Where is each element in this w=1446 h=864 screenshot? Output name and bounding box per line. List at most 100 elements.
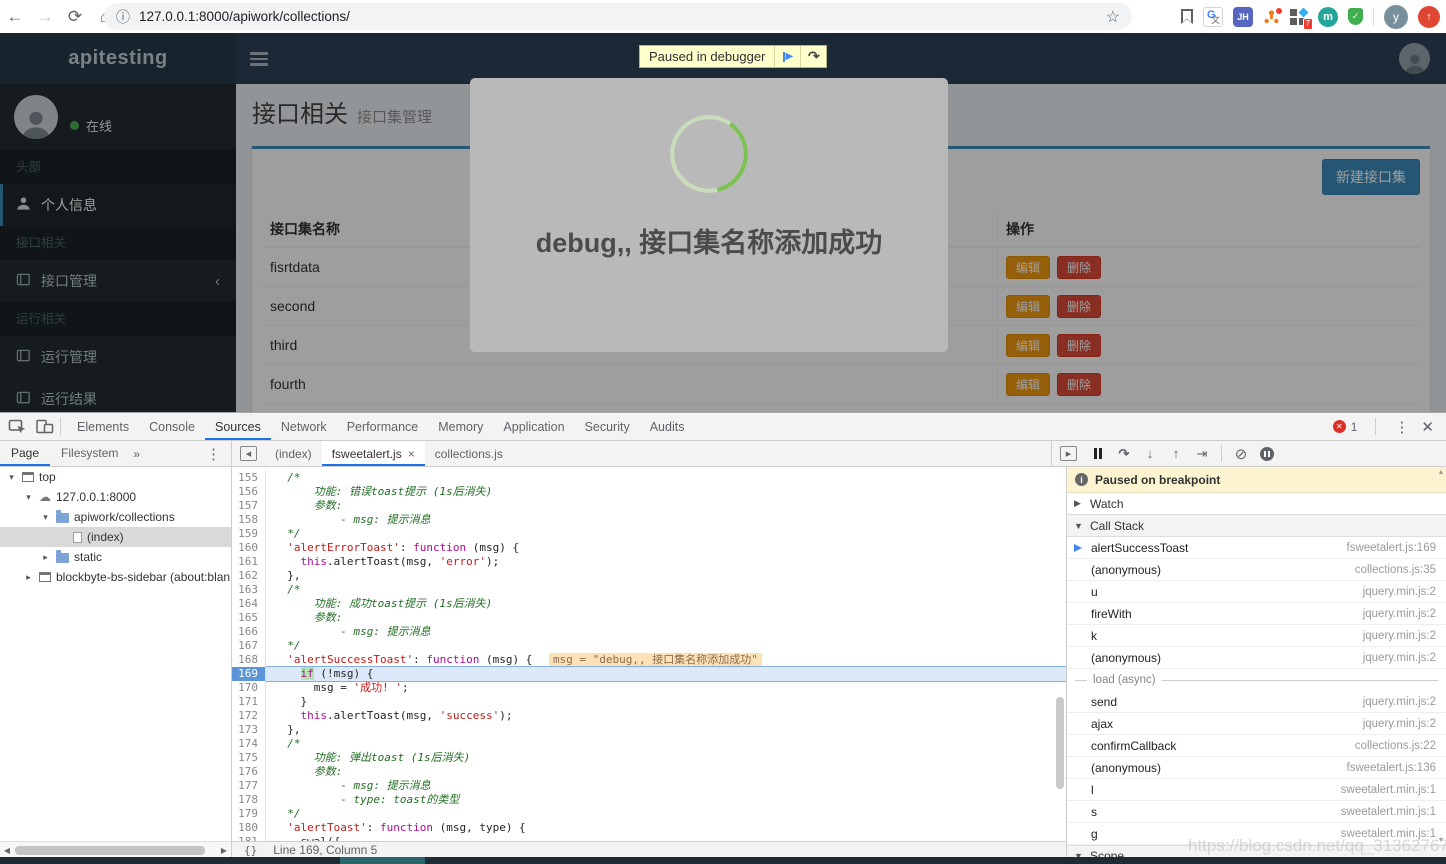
org-extension-icon[interactable] xyxy=(1263,9,1280,24)
line-number[interactable]: 176 xyxy=(232,765,266,779)
devtools-tab-elements[interactable]: Elements xyxy=(67,414,139,440)
navigator-menu-icon[interactable]: ⋮ xyxy=(206,445,221,463)
call-stack-frame[interactable]: fireWithjquery.min.js:2 xyxy=(1067,603,1446,625)
line-number[interactable]: 178 xyxy=(232,793,266,807)
close-tab-icon[interactable]: × xyxy=(408,447,415,461)
line-number[interactable]: 166 xyxy=(232,625,266,639)
navigator-hscrollbar[interactable]: ◀ ▶ xyxy=(0,841,231,858)
line-number[interactable]: 169 xyxy=(232,667,266,681)
devtools-tab-performance[interactable]: Performance xyxy=(337,414,429,440)
call-stack-frame[interactable]: confirmCallbackcollections.js:22 xyxy=(1067,735,1446,757)
line-number[interactable]: 161 xyxy=(232,555,266,569)
translate-extension-icon[interactable]: G 文 xyxy=(1203,7,1223,27)
line-number[interactable]: 165 xyxy=(232,611,266,625)
line-number[interactable]: 156 xyxy=(232,485,266,499)
tree-node-blockbyte-bs-sidebar (about:blan[interactable]: ▸blockbyte-bs-sidebar (about:blan xyxy=(0,567,231,587)
line-number[interactable]: 173 xyxy=(232,723,266,737)
file-tab-(index)[interactable]: (index) xyxy=(265,441,322,466)
tree-down-arrow-icon[interactable]: ▾ xyxy=(23,492,34,503)
url-text[interactable]: 127.0.0.1:8000/apiwork/collections/ xyxy=(139,9,350,24)
line-number[interactable]: 157 xyxy=(232,499,266,513)
devtools-menu-icon[interactable]: ⋮ xyxy=(1394,418,1409,436)
line-number[interactable]: 174 xyxy=(232,737,266,751)
navigator-tab-page[interactable]: Page xyxy=(0,441,50,466)
navigator-tab-filesystem[interactable]: Filesystem xyxy=(50,441,129,466)
line-number[interactable]: 170 xyxy=(232,681,266,695)
jh-extension-icon[interactable]: JH xyxy=(1233,7,1253,27)
file-tab-collections.js[interactable]: collections.js xyxy=(425,441,513,466)
tree-down-arrow-icon[interactable]: ▾ xyxy=(40,512,51,523)
call-stack-frame[interactable]: sendjquery.min.js:2 xyxy=(1067,691,1446,713)
tree-right-arrow-icon[interactable]: ▸ xyxy=(23,572,34,583)
call-stack-frame[interactable]: alertSuccessToastfsweetalert.js:169 xyxy=(1067,537,1446,559)
devtools-tab-network[interactable]: Network xyxy=(271,414,337,440)
line-number[interactable]: 155 xyxy=(232,471,266,485)
line-number[interactable]: 180 xyxy=(232,821,266,835)
hide-navigator-icon[interactable]: ◀ xyxy=(240,446,257,461)
devtools-tab-audits[interactable]: Audits xyxy=(640,414,695,440)
step-over-icon[interactable]: ↷ xyxy=(800,46,826,67)
browser-update-button[interactable]: ↑ xyxy=(1418,6,1440,28)
tree-node-apiwork/collections[interactable]: ▾apiwork/collections xyxy=(0,507,231,527)
line-number[interactable]: 164 xyxy=(232,597,266,611)
tree-right-arrow-icon[interactable]: ▸ xyxy=(40,552,51,563)
resume-script-icon[interactable]: ▶ xyxy=(774,46,800,67)
forward-icon[interactable]: → xyxy=(30,7,60,27)
call-stack-frame[interactable]: ssweetalert.min.js:1 xyxy=(1067,801,1446,823)
devtools-tab-application[interactable]: Application xyxy=(493,414,574,440)
tree-node-(index)[interactable]: (index) xyxy=(0,527,231,547)
hide-debugger-sidebar-icon[interactable]: ▶ xyxy=(1060,446,1077,461)
tree-node-127.0.0.1:8000[interactable]: ▾☁127.0.0.1:8000 xyxy=(0,487,231,507)
step-into-call-icon[interactable]: ↓ xyxy=(1137,446,1163,461)
call-stack-frame[interactable]: kjquery.min.js:2 xyxy=(1067,625,1446,647)
call-stack-frame[interactable]: (anonymous)jquery.min.js:2 xyxy=(1067,647,1446,669)
call-stack-frame[interactable]: (anonymous)collections.js:35 xyxy=(1067,559,1446,581)
line-number[interactable]: 159 xyxy=(232,527,266,541)
step-icon[interactable]: ⇥ xyxy=(1189,446,1215,462)
step-out-call-icon[interactable]: ↑ xyxy=(1163,446,1189,461)
line-number[interactable]: 175 xyxy=(232,751,266,765)
tree-node-static[interactable]: ▸static xyxy=(0,547,231,567)
sidebar-vscrollbar[interactable]: ▲ ▼ xyxy=(1436,467,1446,858)
line-number[interactable]: 163 xyxy=(232,583,266,597)
devtools-tab-security[interactable]: Security xyxy=(575,414,640,440)
inspect-element-icon[interactable] xyxy=(8,418,27,435)
back-icon[interactable]: ← xyxy=(0,7,30,27)
devtools-tab-sources[interactable]: Sources xyxy=(205,414,271,440)
adblock-shield-icon[interactable]: ✓ xyxy=(1348,8,1363,25)
line-number[interactable]: 160 xyxy=(232,541,266,555)
call-stack-frame[interactable]: lsweetalert.min.js:1 xyxy=(1067,779,1446,801)
watch-section-header[interactable]: ▶ Watch xyxy=(1067,493,1446,515)
bookmark-star-icon[interactable]: ☆ xyxy=(1106,7,1120,27)
line-number[interactable]: 162 xyxy=(232,569,266,583)
call-stack-frame[interactable]: (anonymous)fsweetalert.js:136 xyxy=(1067,757,1446,779)
call-stack-frame[interactable]: ujquery.min.js:2 xyxy=(1067,581,1446,603)
pause-resume-icon[interactable] xyxy=(1085,448,1111,459)
pretty-print-icon[interactable]: {} xyxy=(244,844,257,857)
blocker-extension-icon[interactable]: 7 xyxy=(1290,8,1308,26)
line-number[interactable]: 172 xyxy=(232,709,266,723)
address-bar[interactable]: ⓘ 127.0.0.1:8000/apiwork/collections/ ☆ xyxy=(104,3,1132,30)
m-extension-icon[interactable]: m xyxy=(1318,7,1338,27)
device-toolbar-icon[interactable] xyxy=(35,418,54,435)
tree-node-top[interactable]: ▾top xyxy=(0,467,231,487)
file-tab-fsweetalert.js[interactable]: fsweetalert.js× xyxy=(322,441,425,466)
line-number[interactable]: 168 xyxy=(232,653,266,667)
devtools-tab-memory[interactable]: Memory xyxy=(428,414,493,440)
line-number[interactable]: 179 xyxy=(232,807,266,821)
pause-on-exceptions-icon[interactable] xyxy=(1254,447,1280,461)
site-info-icon[interactable]: ⓘ xyxy=(116,7,130,27)
line-number[interactable]: 158 xyxy=(232,513,266,527)
bookmark-flag-icon[interactable] xyxy=(1181,9,1193,24)
call-stack-section-header[interactable]: ▼ Call Stack xyxy=(1067,515,1446,537)
devtools-close-icon[interactable]: ✕ xyxy=(1421,418,1434,436)
deactivate-breakpoints-icon[interactable]: ⊘ xyxy=(1228,445,1254,463)
scrollbar-thumb[interactable] xyxy=(15,846,205,855)
tree-down-arrow-icon[interactable]: ▾ xyxy=(6,472,17,483)
line-number[interactable]: 177 xyxy=(232,779,266,793)
more-tabs-icon[interactable]: » xyxy=(133,447,140,461)
line-number[interactable]: 167 xyxy=(232,639,266,653)
refresh-icon[interactable]: ⟳ xyxy=(60,7,90,27)
step-over-call-icon[interactable]: ↷ xyxy=(1111,446,1137,462)
editor-vscrollbar-thumb[interactable] xyxy=(1056,697,1064,789)
